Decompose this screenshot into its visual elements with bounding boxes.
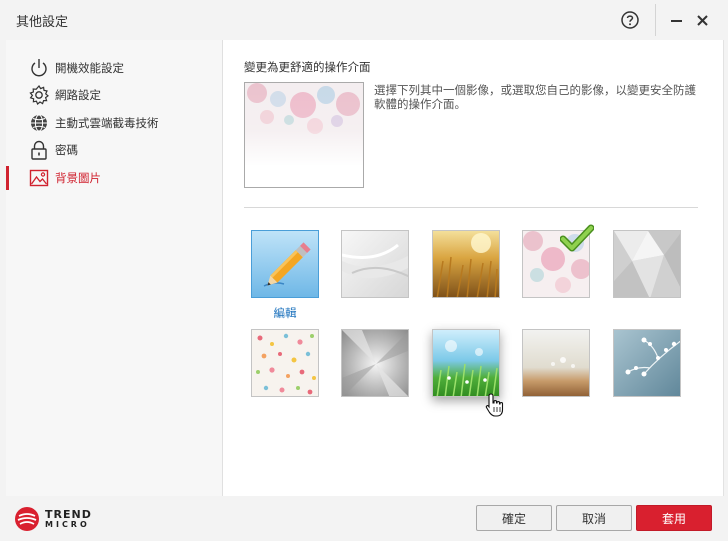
sidebar-item-network[interactable]: 網路設定	[6, 83, 222, 107]
edit-link[interactable]: 編輯	[251, 305, 319, 321]
minimize-button[interactable]	[668, 10, 686, 30]
sidebar-item-label: 主動式雲端截毒技術	[55, 116, 159, 130]
ok-button[interactable]: 確定	[476, 505, 552, 531]
lock-icon	[31, 140, 47, 160]
sidebar: 開機效能設定 網路設定 主動式雲端截毒技術 密碼 背景圖片	[6, 40, 223, 496]
window-title: 其他設定	[16, 15, 69, 30]
title-bar: 其他設定	[0, 0, 728, 40]
background-thumb-brushed-metal[interactable]	[341, 329, 409, 397]
background-thumb-green-grass[interactable]	[432, 329, 500, 397]
picture-icon	[29, 169, 49, 187]
pencil-icon	[252, 231, 318, 297]
close-icon	[697, 15, 708, 26]
help-button[interactable]	[620, 10, 640, 30]
active-indicator	[6, 166, 9, 190]
cancel-button[interactable]: 取消	[556, 505, 632, 531]
trend-micro-logo: TREND MICRO	[14, 506, 94, 532]
sidebar-item-label: 網路設定	[55, 88, 101, 102]
section-title: 變更為更舒適的操作介面	[244, 60, 371, 74]
background-preview	[244, 82, 364, 188]
logo-text-line2: MICRO	[45, 520, 90, 529]
section-divider	[244, 207, 698, 208]
help-icon	[621, 11, 639, 29]
sidebar-item-cloud-protection[interactable]: 主動式雲端截毒技術	[6, 111, 222, 135]
selected-check-icon	[560, 224, 594, 252]
trend-micro-logo-icon	[15, 507, 39, 531]
sidebar-item-background[interactable]: 背景圖片	[6, 166, 222, 190]
power-icon	[31, 59, 47, 77]
globe-icon	[31, 114, 47, 132]
sidebar-item-password[interactable]: 密碼	[6, 138, 222, 162]
hand-cursor-icon	[485, 393, 504, 417]
minimize-icon	[671, 20, 682, 22]
sidebar-item-startup[interactable]: 開機效能設定	[6, 56, 222, 80]
background-thumb-confetti-dots[interactable]	[251, 329, 319, 397]
background-thumb-gray-polygons[interactable]	[613, 230, 681, 298]
close-button[interactable]	[694, 10, 712, 30]
gear-icon	[29, 84, 49, 105]
sidebar-item-label: 密碼	[55, 143, 78, 157]
apply-button[interactable]: 套用	[636, 505, 712, 531]
background-thumb-blossom-branch[interactable]	[613, 329, 681, 397]
background-thumb-silver-waves[interactable]	[341, 230, 409, 298]
background-thumb-sandy-beach[interactable]	[522, 329, 590, 397]
description-text: 選擇下列其中一個影像，或選取您自己的影像，以變更安全防護軟體的操作介面。	[374, 83, 696, 111]
background-thumb-wheat-field[interactable]	[432, 230, 500, 298]
sidebar-item-label: 開機效能設定	[55, 61, 124, 75]
titlebar-separator	[655, 4, 656, 36]
sidebar-item-label: 背景圖片	[55, 171, 101, 185]
edit-custom-background-tile[interactable]	[251, 230, 319, 298]
